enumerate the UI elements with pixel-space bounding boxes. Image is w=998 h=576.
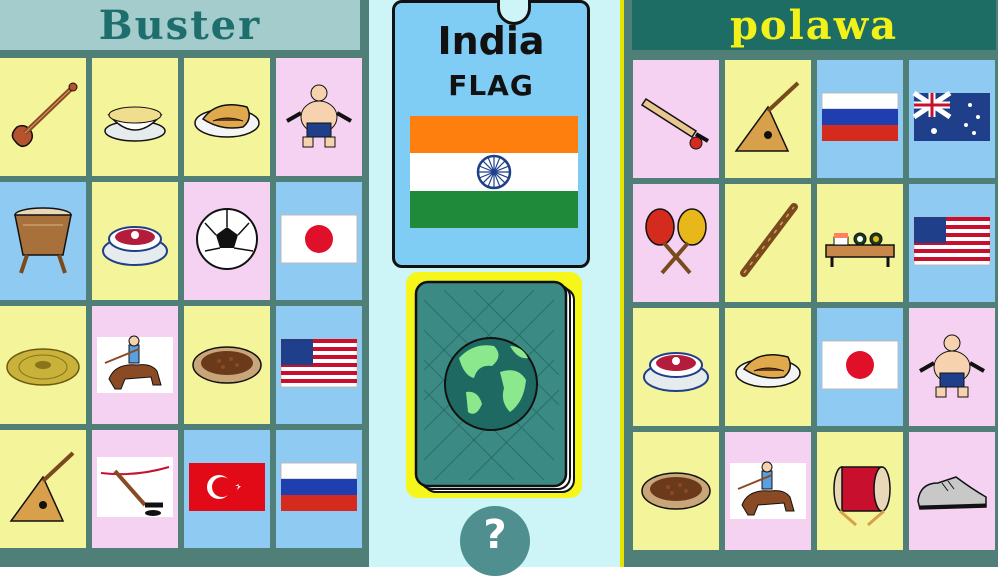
right-card-taiko-drum[interactable]: [817, 432, 903, 550]
left-card-balalaika[interactable]: [0, 430, 86, 548]
right-card-polo-rider[interactable]: [725, 432, 811, 550]
left-card-rice-bowl[interactable]: [92, 58, 178, 176]
right-card-grid: [633, 60, 995, 550]
left-card-flag-turkey[interactable]: [184, 430, 270, 548]
right-card-chili-bowl[interactable]: [633, 432, 719, 550]
fact-category: FLAG: [448, 69, 534, 102]
left-card-flag-japan[interactable]: [276, 182, 362, 300]
right-card-flag-japan[interactable]: [817, 308, 903, 426]
right-card-sumo-wrestler[interactable]: [909, 308, 995, 426]
flag-turkey-icon: [187, 447, 267, 531]
didgeridoo-icon: [728, 201, 808, 285]
ice-hockey-icon: [95, 447, 175, 531]
right-card-cricket-bat[interactable]: [633, 60, 719, 178]
right-card-meat-pie[interactable]: [725, 308, 811, 426]
maracas-icon: [636, 201, 716, 285]
sitar-icon: [3, 75, 83, 159]
flag-usa-icon: [912, 201, 992, 285]
balalaika-icon: [3, 447, 83, 531]
left-card-sitar[interactable]: [0, 58, 86, 176]
polo-rider-icon: [95, 323, 175, 407]
right-card-balalaika[interactable]: [725, 60, 811, 178]
right-card-maracas[interactable]: [633, 184, 719, 302]
chili-bowl-icon: [187, 323, 267, 407]
sumo-wrestler-icon: [279, 75, 359, 159]
flag-japan-icon: [279, 199, 359, 283]
left-card-soccer-ball[interactable]: [184, 182, 270, 300]
right-card-flag-russia[interactable]: [817, 60, 903, 178]
flag-australia-icon: [912, 77, 992, 161]
right-card-running-shoe[interactable]: [909, 432, 995, 550]
left-player-board: Buster: [0, 0, 369, 567]
rice-bowl-icon: [95, 75, 175, 159]
chili-bowl-icon: [636, 449, 716, 533]
flag-russia-icon: [820, 77, 900, 161]
left-card-meat-pie[interactable]: [184, 58, 270, 176]
left-card-sumo-wrestler[interactable]: [276, 58, 362, 176]
flag-usa-icon: [279, 323, 359, 407]
india-flag-icon: [410, 116, 578, 228]
balalaika-icon: [728, 77, 808, 161]
right-card-borscht[interactable]: [633, 308, 719, 426]
right-card-sushi-tray[interactable]: [817, 184, 903, 302]
right-player-board: polawa: [620, 0, 998, 567]
draw-deck[interactable]: [414, 280, 576, 494]
meat-pie-icon: [187, 75, 267, 159]
meat-pie-icon: [728, 325, 808, 409]
left-card-ice-hockey[interactable]: [92, 430, 178, 548]
right-card-didgeridoo[interactable]: [725, 184, 811, 302]
left-card-borscht[interactable]: [92, 182, 178, 300]
right-card-flag-australia[interactable]: [909, 60, 995, 178]
cricket-bat-icon: [636, 77, 716, 161]
sumo-wrestler-icon: [912, 325, 992, 409]
borscht-icon: [636, 325, 716, 409]
cymbal-icon: [3, 323, 83, 407]
borscht-icon: [95, 199, 175, 283]
running-shoe-icon: [912, 449, 992, 533]
left-card-cymbal[interactable]: [0, 306, 86, 424]
taiko-drum-icon: [820, 449, 900, 533]
fact-country: India: [437, 19, 545, 63]
polo-rider-icon: [728, 449, 808, 533]
soccer-ball-icon: [187, 199, 267, 283]
left-card-flag-usa[interactable]: [276, 306, 362, 424]
left-card-chili-bowl[interactable]: [184, 306, 270, 424]
flag-japan-icon: [820, 325, 900, 409]
current-fact-card: India FLAG: [392, 0, 590, 268]
left-card-djembe-drum[interactable]: [0, 182, 86, 300]
left-card-flag-russia[interactable]: [276, 430, 362, 548]
sushi-tray-icon: [820, 201, 900, 285]
right-card-flag-usa[interactable]: [909, 184, 995, 302]
djembe-drum-icon: [3, 199, 83, 283]
left-card-grid: [0, 58, 362, 548]
help-button[interactable]: ?: [460, 506, 530, 576]
left-card-polo-rider[interactable]: [92, 306, 178, 424]
center-panel: India FLAG ?: [369, 0, 620, 576]
flag-russia-icon: [279, 447, 359, 531]
right-player-name: polawa: [632, 0, 996, 50]
left-player-name: Buster: [0, 0, 360, 50]
